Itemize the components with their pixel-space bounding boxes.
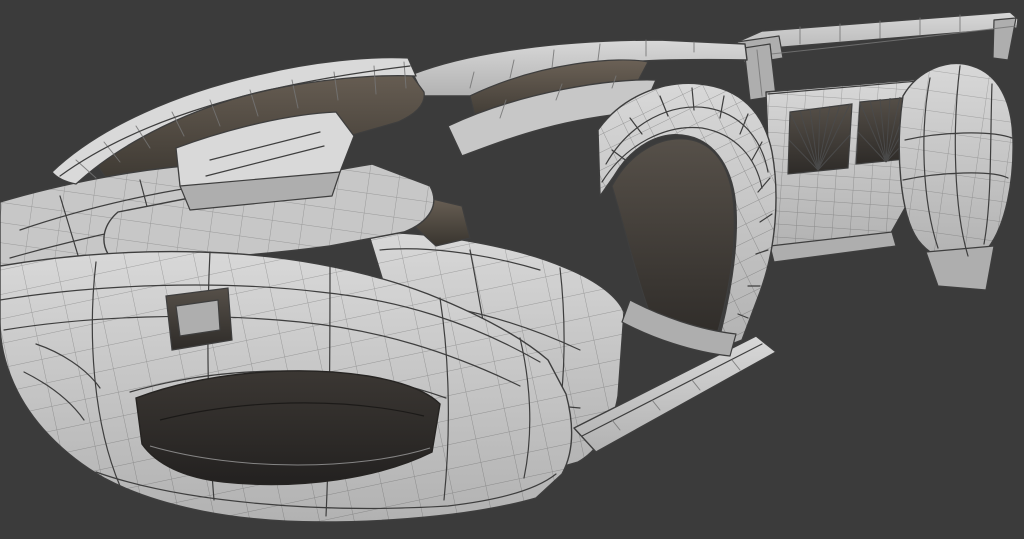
bumper-duct [165, 287, 233, 351]
rear-fender-mesh [899, 63, 1014, 262]
quarter-vent-left [787, 103, 853, 175]
viewport-canvas[interactable] [0, 0, 1024, 539]
viewport[interactable] [0, 0, 1024, 539]
intake-opening [135, 370, 441, 486]
duct-bar [175, 299, 221, 337]
rear-fender-arch [597, 82, 777, 357]
